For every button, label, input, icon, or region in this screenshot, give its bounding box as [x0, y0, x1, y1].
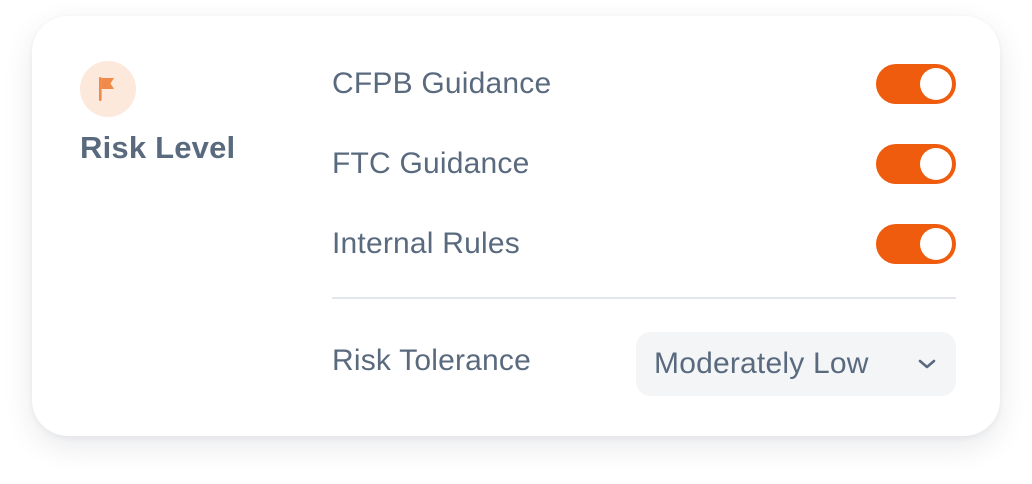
risk-tolerance-value: Moderately Low — [654, 347, 869, 380]
risk-tolerance-label: Risk Tolerance — [332, 344, 532, 377]
toggle-knob — [920, 148, 952, 180]
chevron-down-icon — [916, 353, 938, 375]
risk-tolerance-select[interactable]: Moderately Low — [636, 332, 956, 396]
toggle-knob — [920, 228, 952, 260]
flag-icon — [99, 77, 114, 101]
toggle-label-internal: Internal Rules — [332, 227, 520, 260]
cfpb-guidance-toggle[interactable] — [876, 64, 956, 104]
toggle-label-ftc: FTC Guidance — [332, 147, 530, 180]
section-title: Risk Level — [80, 130, 236, 165]
internal-rules-toggle[interactable] — [876, 224, 956, 264]
toggle-label-cfpb: CFPB Guidance — [332, 67, 552, 100]
toggle-knob — [920, 68, 952, 100]
ftc-guidance-toggle[interactable] — [876, 144, 956, 184]
divider — [332, 297, 956, 299]
risk-level-card: Risk Level CFPB Guidance FTC Guidance In… — [32, 16, 1000, 436]
toggle-row-ftc: FTC Guidance — [332, 142, 956, 186]
toggle-row-internal: Internal Rules — [332, 222, 956, 266]
flag-badge — [80, 61, 136, 117]
toggle-row-cfpb: CFPB Guidance — [332, 62, 956, 106]
